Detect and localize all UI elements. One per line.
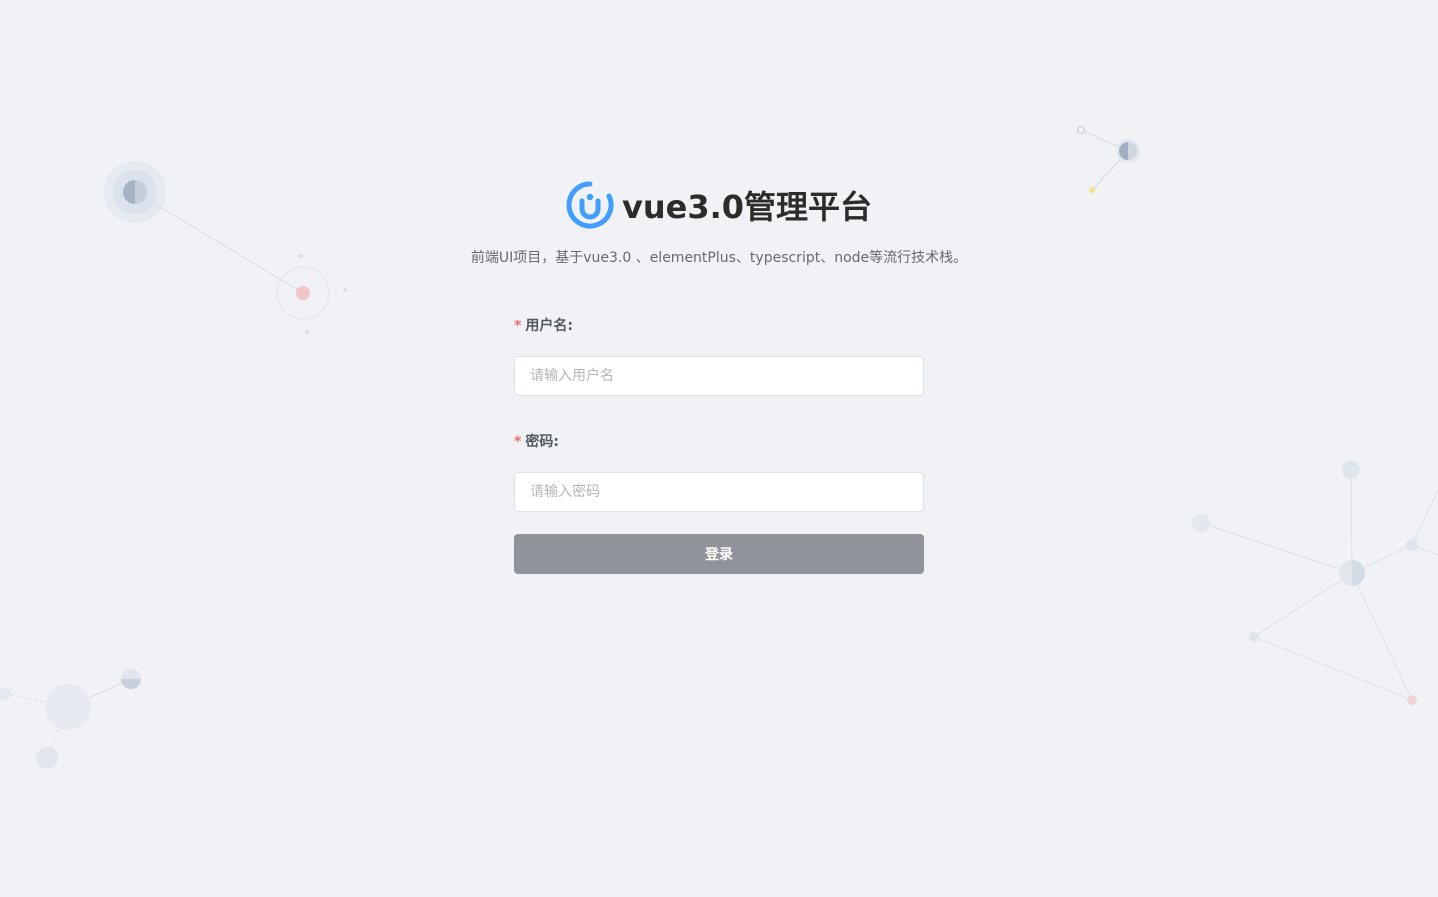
username-input[interactable]	[515, 357, 923, 395]
username-label-text: 用户名:	[525, 318, 573, 334]
login-page: vue3.0管理平台 前端UI项目，基于vue3.0 、elementPlus、…	[0, 0, 1438, 897]
decor-cluster-bottom-left	[0, 669, 141, 769]
username-input-box[interactable]	[514, 356, 924, 396]
password-label: * 密码:	[514, 428, 924, 456]
login-button[interactable]: 登录	[514, 534, 924, 574]
password-input[interactable]	[515, 473, 923, 511]
password-required-mark: *	[514, 434, 522, 450]
title-row: vue3.0管理平台	[566, 180, 872, 230]
username-required-mark: *	[514, 318, 522, 334]
decor-cluster-right	[1192, 461, 1438, 705]
page-title: vue3.0管理平台	[621, 188, 873, 226]
username-label: * 用户名:	[514, 312, 924, 340]
vue-admin-logo-icon	[566, 181, 614, 229]
page-description: 前端UI项目，基于vue3.0 、elementPlus、typescript、…	[470, 250, 968, 266]
header: vue3.0管理平台	[0, 180, 1438, 233]
password-label-text: 密码:	[525, 434, 559, 450]
password-input-box[interactable]	[514, 472, 924, 512]
form-item-gap	[514, 396, 924, 428]
login-form: *用户名: *密码: 登录	[514, 312, 924, 574]
